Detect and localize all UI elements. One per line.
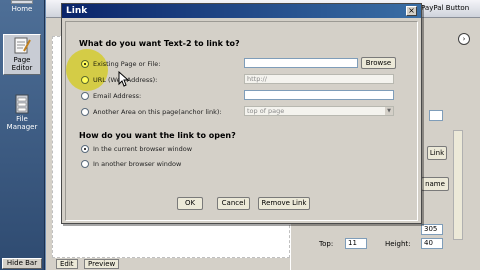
close-icon[interactable]: × [406,6,417,16]
ok-button[interactable]: OK [177,197,203,210]
link-target-heading: What do you want Text-2 to link to? [79,39,240,48]
paypal-button-tab[interactable]: PayPal Button [421,4,469,12]
browse-button[interactable]: Browse [361,57,396,69]
existing-page-input[interactable] [244,58,358,68]
mouse-pointer-icon [118,71,130,87]
top-label: Top: [319,240,334,248]
radio-button[interactable] [81,145,89,153]
link-dialog: Link × What do you want Text-2 to link t… [61,3,422,224]
remove-link-button[interactable]: Remove Link [258,197,310,210]
editor-tab-bar: Edit Preview [52,259,292,270]
dialog-title-bar[interactable]: Link × [62,4,421,18]
option-label: Another Area on this page(anchor link): [93,108,222,116]
property-dropdown[interactable] [429,110,443,121]
email-input[interactable] [244,90,394,100]
link-button[interactable]: Link [427,146,447,160]
properties-scrollbar[interactable] [453,130,463,240]
option-label: Email Address: [93,92,142,100]
option-label: In another browser window [93,160,182,168]
dialog-content: What do you want Text-2 to link to? Exis… [65,21,418,221]
cancel-button[interactable]: Cancel [217,197,250,210]
chevron-down-icon[interactable]: ▼ [385,107,393,115]
height-field[interactable]: 40 [421,238,443,249]
tab-preview[interactable]: Preview [84,259,120,269]
anchor-select-value: top of page [247,107,285,115]
width-field[interactable]: 305 [421,224,443,235]
sidebar-item-label: Home [11,5,33,13]
sidebar-item-home[interactable]: Home [3,0,41,13]
dialog-title: Link [66,6,88,16]
option-label: In the current browser window [93,145,193,153]
top-field[interactable]: 11 [345,238,367,249]
file-manager-icon [15,94,29,114]
chevron-right-icon[interactable]: › [458,33,470,45]
sidebar-item-page-editor[interactable]: Page Editor [3,34,41,75]
sidebar-item-label: Page Editor [11,56,33,72]
radio-button[interactable] [81,108,89,116]
cursor-highlight [66,49,108,91]
left-sidebar: Home Page Editor File Manager [0,0,45,270]
height-label: Height: [385,240,411,248]
radio-button[interactable] [81,92,89,100]
hide-bar-button[interactable]: Hide Bar [2,258,42,269]
home-icon [11,0,33,4]
url-input[interactable]: http:// [244,74,394,84]
open-mode-heading: How do you want the link to open? [79,131,236,140]
anchor-select[interactable]: top of page ▼ [244,106,394,116]
tab-edit[interactable]: Edit [56,259,78,269]
page-editor-icon [14,37,31,54]
rename-button[interactable]: name [421,177,449,191]
radio-button[interactable] [81,160,89,168]
sidebar-item-label: File Manager [6,115,38,131]
sidebar-item-file-manager[interactable]: File Manager [3,94,41,131]
